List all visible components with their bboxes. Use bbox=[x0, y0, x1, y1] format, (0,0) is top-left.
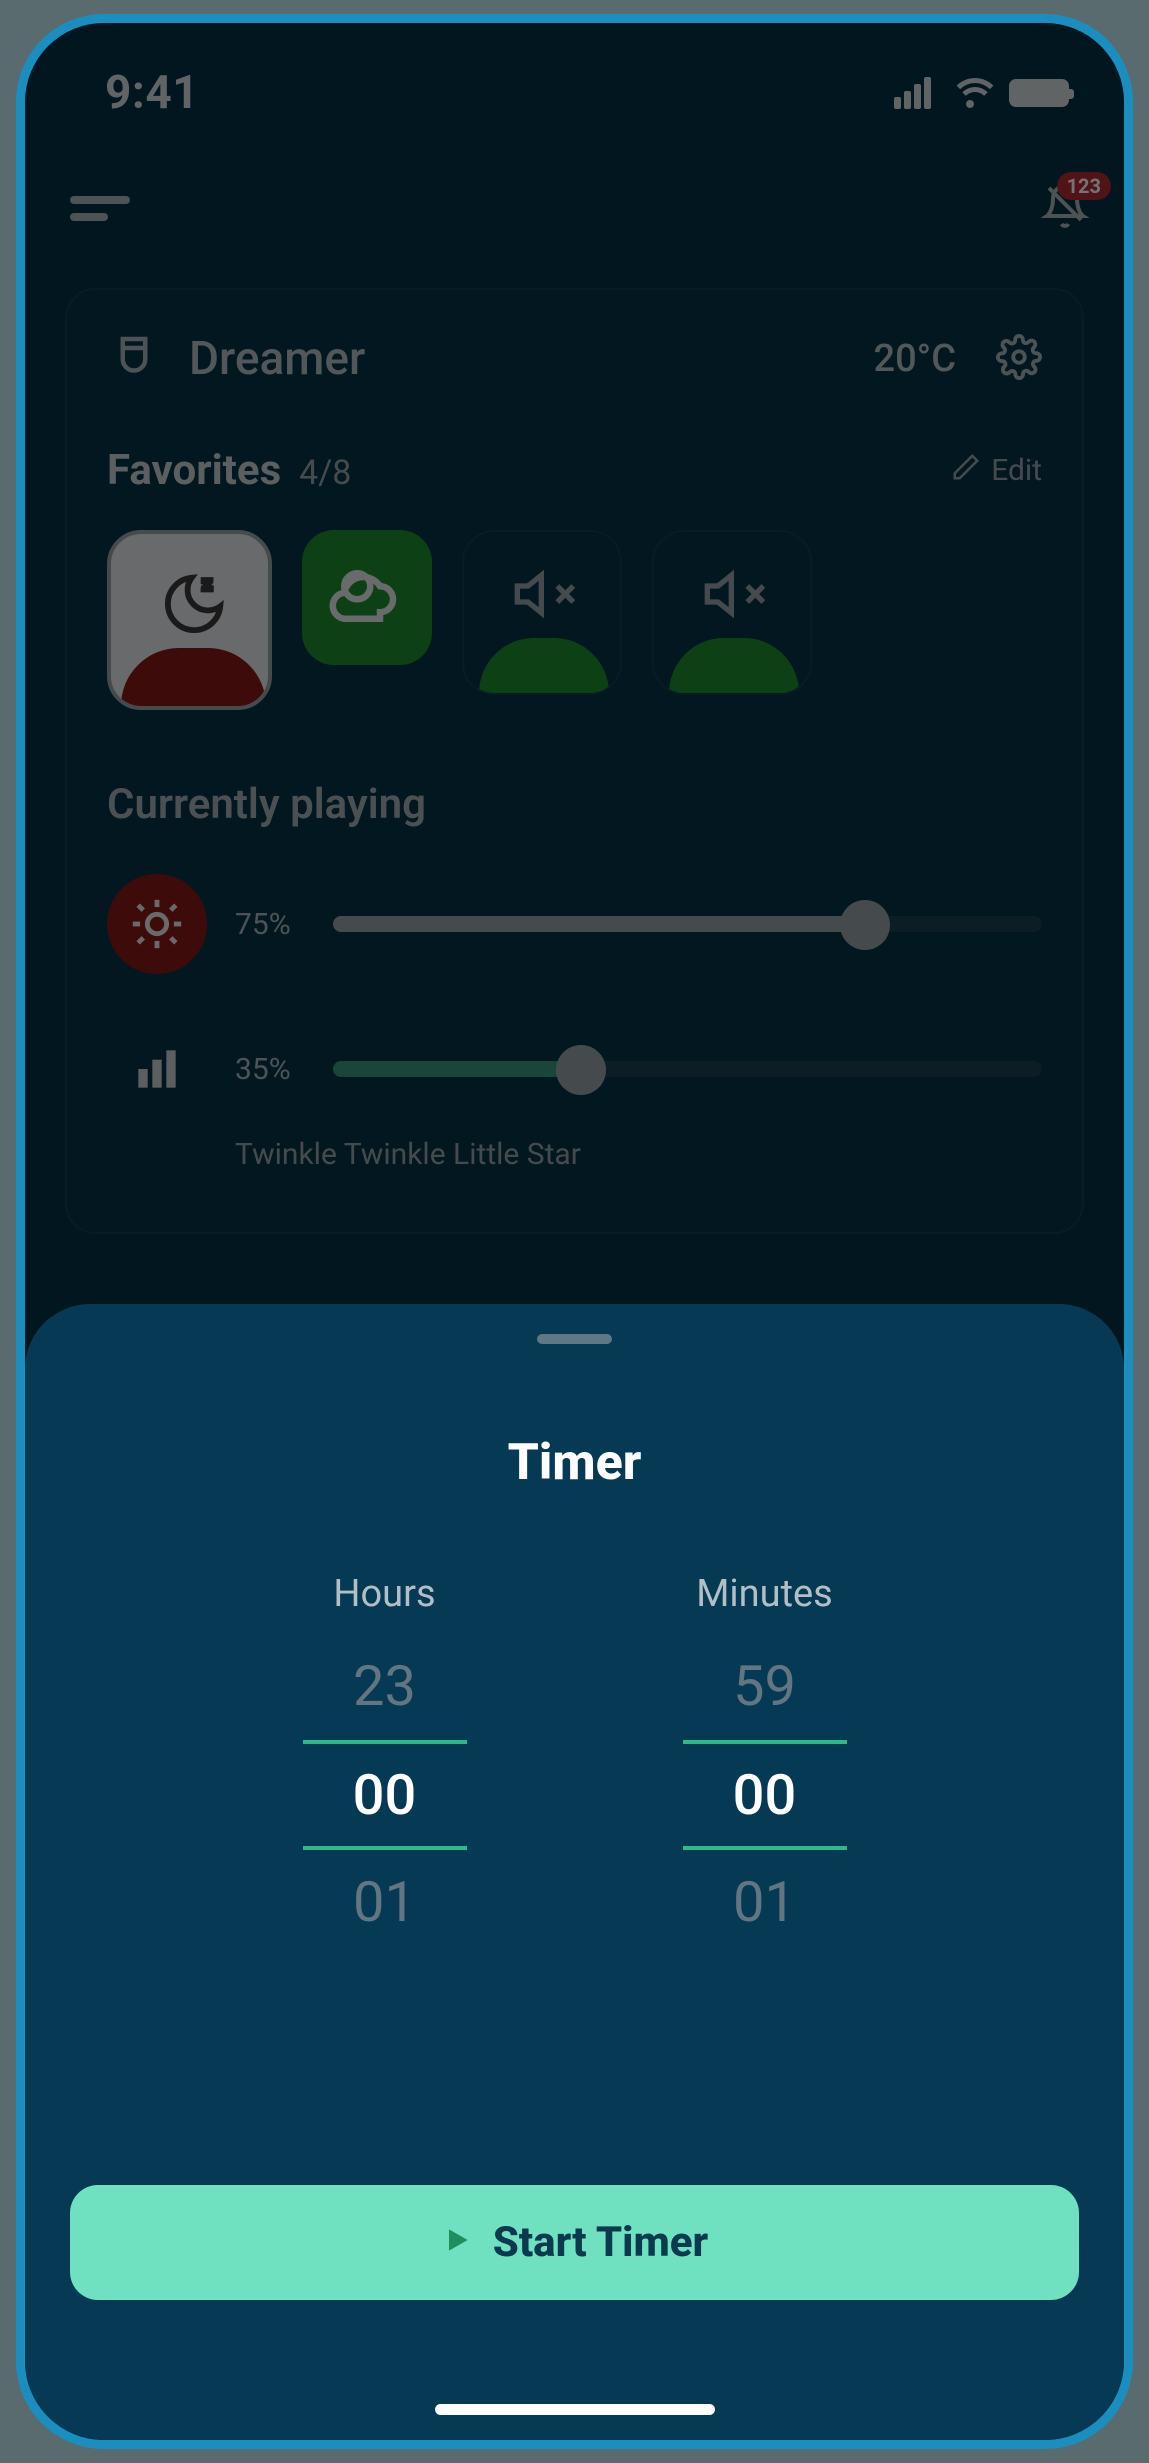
minutes-label: Minutes bbox=[665, 1572, 865, 1616]
hours-label: Hours bbox=[285, 1572, 485, 1616]
minutes-selected: 00 bbox=[683, 1740, 847, 1850]
sheet-grabber[interactable] bbox=[537, 1334, 612, 1344]
hours-selected: 00 bbox=[303, 1740, 467, 1850]
hours-next: 01 bbox=[285, 1872, 485, 1934]
sheet-title: Timer bbox=[70, 1434, 1079, 1492]
hours-picker[interactable]: Hours 23 00 01 bbox=[285, 1572, 485, 1933]
play-icon bbox=[441, 2218, 473, 2267]
home-indicator[interactable] bbox=[435, 2404, 715, 2415]
minutes-picker[interactable]: Minutes 59 00 01 bbox=[665, 1572, 865, 1933]
minutes-next: 01 bbox=[665, 1872, 865, 1934]
start-timer-button[interactable]: Start Timer bbox=[70, 2185, 1079, 2300]
start-timer-label: Start Timer bbox=[493, 2218, 708, 2267]
minutes-prev: 59 bbox=[665, 1656, 865, 1718]
timer-sheet: Timer Hours 23 00 01 Minutes 59 00 01 bbox=[25, 1304, 1124, 2440]
hours-prev: 23 bbox=[285, 1656, 485, 1718]
